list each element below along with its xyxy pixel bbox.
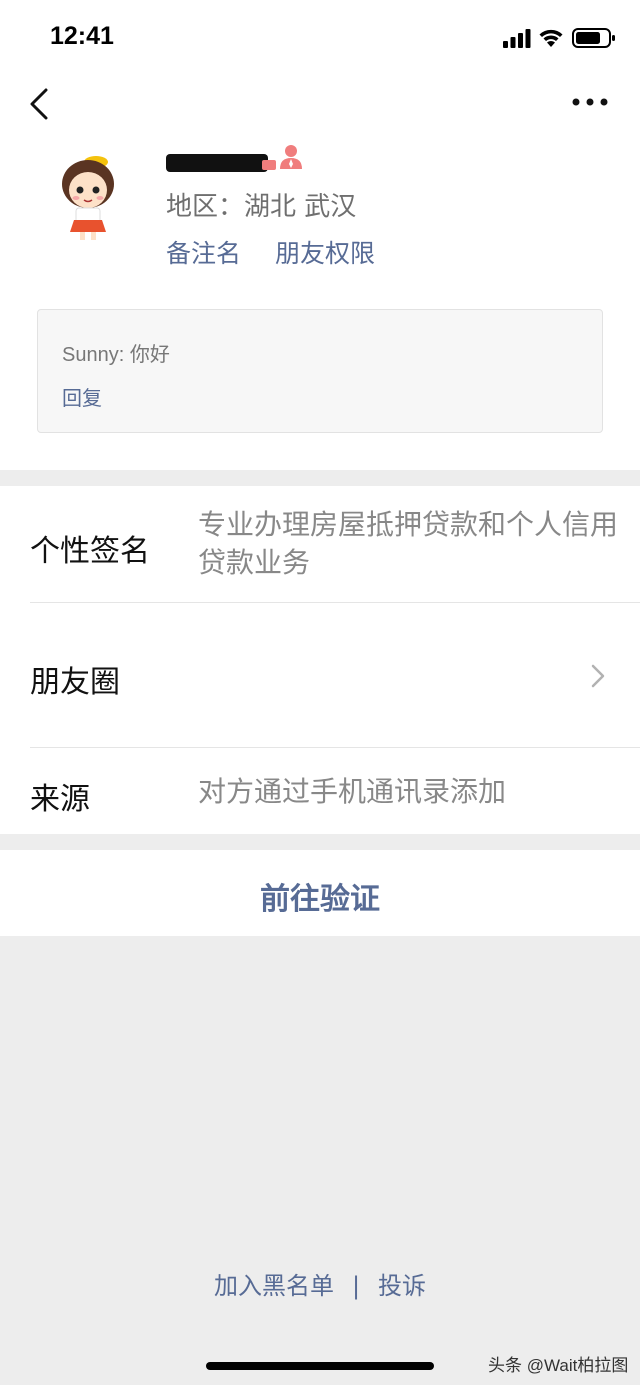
source-row: 来源 对方通过手机通讯录添加 bbox=[0, 748, 640, 834]
message-text: Sunny: 你好 bbox=[62, 344, 170, 366]
avatar[interactable] bbox=[52, 150, 124, 242]
status-time: 12:41 bbox=[50, 22, 114, 50]
signature-label: 个性签名 bbox=[30, 534, 150, 569]
footer-separator: | bbox=[351, 1272, 361, 1300]
reply-link[interactable]: 回复 bbox=[62, 382, 102, 411]
message-card: Sunny: 你好 回复 bbox=[37, 309, 603, 433]
nav-bar bbox=[0, 74, 640, 134]
friend-permissions-link[interactable]: 朋友权限 bbox=[275, 239, 375, 268]
contact-person-icon bbox=[280, 145, 302, 169]
contact-profile-page: 12:41 地区：湖北 武汉 备注名 朋友权限 Sunny: 你好 回复 个性签… bbox=[0, 0, 640, 1385]
back-arrow-icon[interactable] bbox=[28, 88, 52, 120]
footer-links: 加入黑名单 | 投诉 bbox=[0, 1266, 640, 1301]
source-label: 来源 bbox=[30, 782, 90, 817]
home-indicator bbox=[206, 1362, 434, 1370]
profile-card: 地区：湖北 武汉 备注名 朋友权限 Sunny: 你好 回复 bbox=[0, 134, 640, 470]
profile-links: 备注名 朋友权限 bbox=[166, 234, 401, 270]
report-link[interactable]: 投诉 bbox=[378, 1272, 426, 1300]
verify-button[interactable]: 前往验证 bbox=[0, 850, 640, 936]
name-redacted bbox=[166, 154, 268, 172]
region-text: 地区：湖北 武汉 bbox=[166, 192, 357, 222]
source-value: 对方通过手机通讯录添加 bbox=[198, 775, 507, 808]
moments-row[interactable]: 朋友圈 bbox=[0, 603, 640, 747]
wifi-icon bbox=[539, 29, 563, 47]
signature-row: 个性签名 专业办理房屋抵押贷款和个人信用贷款业务 bbox=[0, 486, 640, 602]
name-redacted-tail bbox=[262, 160, 276, 170]
watermark-text: 头条 @Wait柏拉图 bbox=[488, 1356, 629, 1375]
add-to-blacklist-link[interactable]: 加入黑名单 bbox=[214, 1272, 334, 1300]
verify-label: 前往验证 bbox=[260, 882, 380, 917]
info-list: 个性签名 专业办理房屋抵押贷款和个人信用贷款业务 朋友圈 来源 对方通过手机通讯… bbox=[0, 486, 640, 834]
cellular-signal-icon bbox=[503, 29, 531, 48]
signature-value: 专业办理房屋抵押贷款和个人信用贷款业务 bbox=[198, 508, 619, 579]
moments-label: 朋友圈 bbox=[30, 665, 120, 700]
chevron-right-icon bbox=[591, 664, 605, 688]
remark-name-link[interactable]: 备注名 bbox=[166, 239, 241, 268]
more-options-icon[interactable] bbox=[572, 94, 608, 110]
battery-icon bbox=[572, 28, 615, 48]
status-bar: 12:41 bbox=[0, 0, 640, 74]
